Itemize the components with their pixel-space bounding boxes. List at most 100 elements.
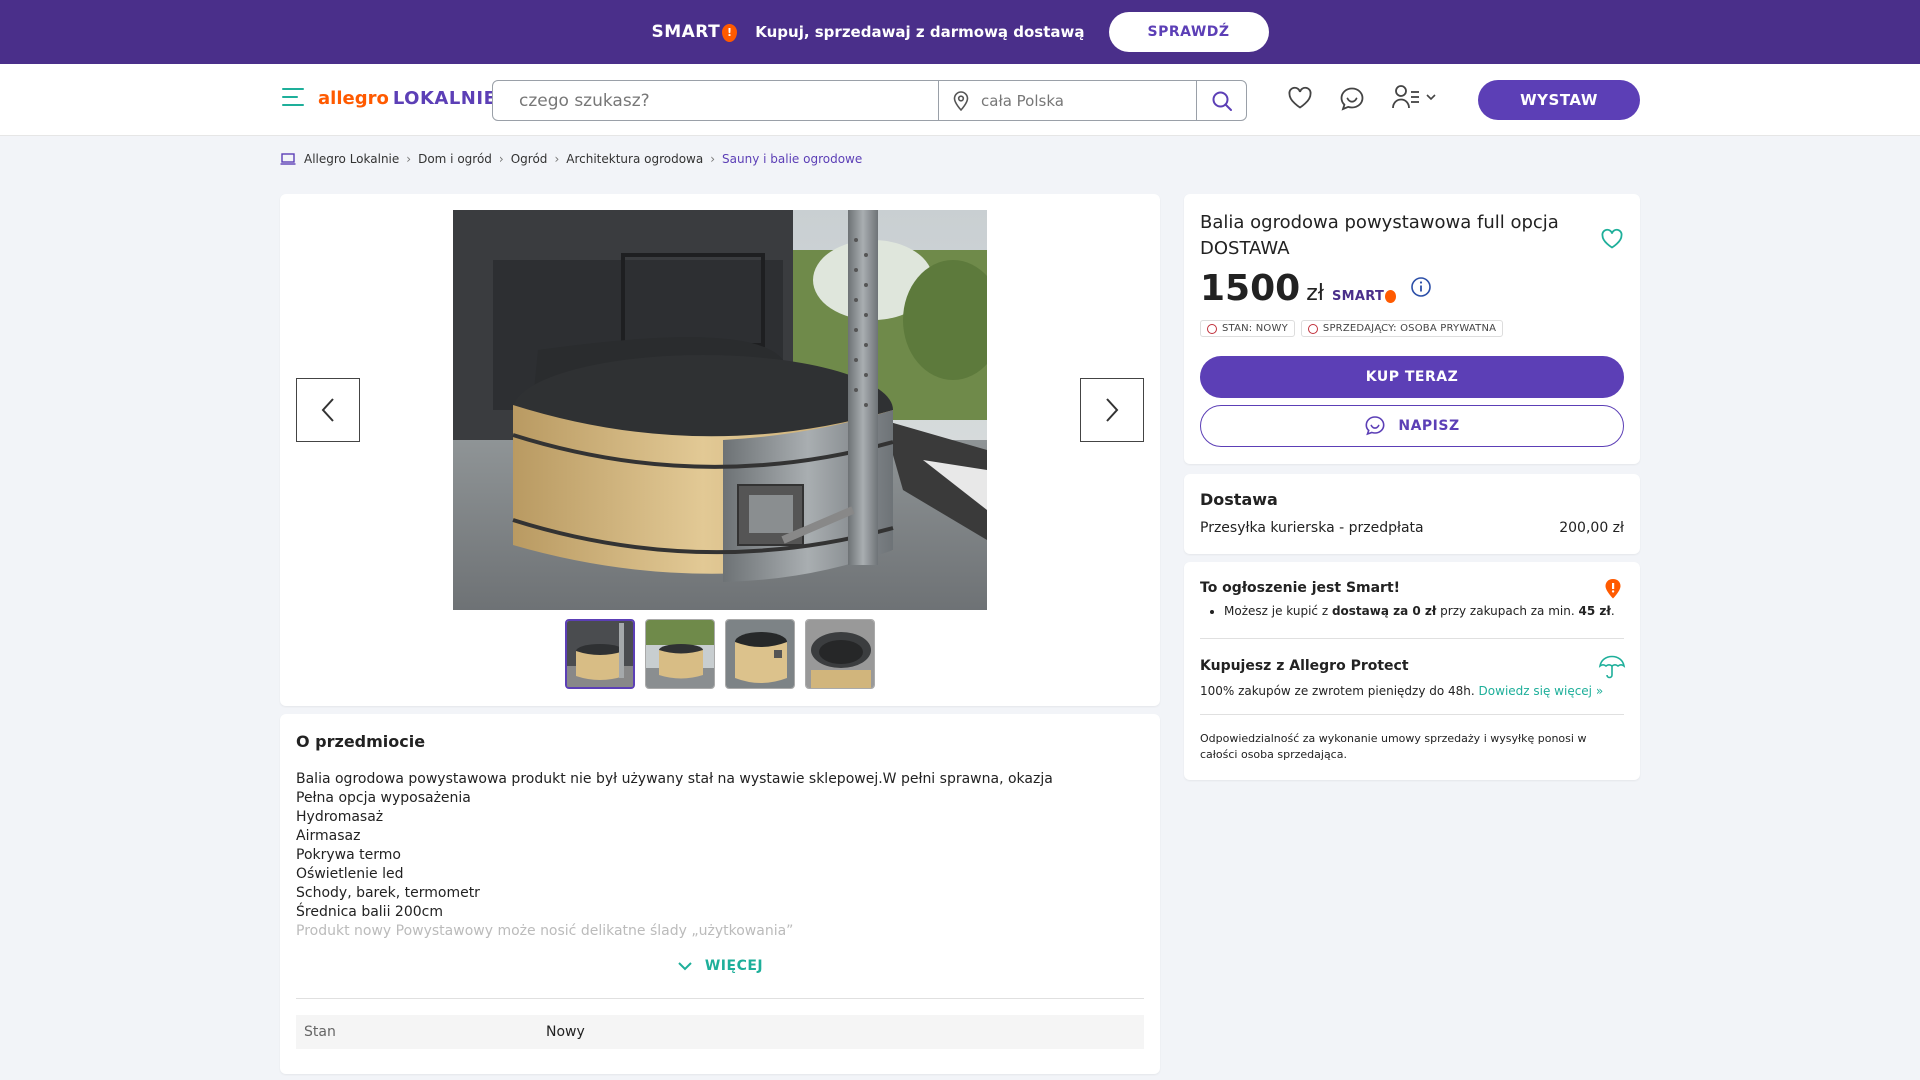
promo-banner: SMART ! Kupuj, sprzedawaj z darmową dost… xyxy=(0,0,1920,64)
thumbnail-1[interactable] xyxy=(565,619,635,689)
chevron-right-icon: › xyxy=(710,152,716,166)
message-seller-button[interactable]: NAPISZ xyxy=(1200,405,1624,447)
umbrella-icon xyxy=(1598,655,1626,679)
heart-icon xyxy=(1601,228,1623,249)
info-icon xyxy=(1411,276,1431,297)
chevron-down-icon xyxy=(1426,94,1436,101)
delivery-heading: Dostawa xyxy=(1200,490,1278,509)
smart-benefits: Możesz je kupić z dostawą za 0 zł przy z… xyxy=(1224,604,1615,618)
description-line: Balia ogrodowa powystawowa produkt nie b… xyxy=(296,771,1053,787)
smart-brand-text: SMART xyxy=(651,22,721,42)
user-icon xyxy=(1392,85,1419,109)
show-more-label: WIĘCEJ xyxy=(704,958,764,974)
description-line: Produkt nowy Powystawowy może nosić deli… xyxy=(296,923,794,939)
site-header: allegro LOKALNIE czego szukasz? cała Pols… xyxy=(0,64,1920,136)
divider xyxy=(1200,638,1624,639)
menu-icon[interactable] xyxy=(282,88,306,110)
protect-learn-more-link[interactable]: Dowiedz się więcej » xyxy=(1479,684,1604,698)
chevron-right-icon: › xyxy=(554,152,560,166)
thumbnail-2[interactable] xyxy=(645,619,715,689)
smart-title: To ogłoszenie jest Smart! xyxy=(1200,580,1401,596)
show-more-button[interactable]: WIĘCEJ xyxy=(280,958,1160,974)
param-value: Nowy xyxy=(546,1024,585,1040)
breadcrumb-item-architecture[interactable]: Architektura ogrodowa xyxy=(566,152,703,166)
main-product-photo[interactable] xyxy=(453,210,987,610)
gallery-card xyxy=(280,194,1160,706)
location-placeholder: cała Polska xyxy=(981,91,1064,110)
breadcrumb: Allegro Lokalnie › Dom i ogród › Ogród ›… xyxy=(280,152,862,166)
search-button[interactable] xyxy=(1197,81,1246,120)
smart-protect-card: To ogłoszenie jest Smart! Możesz je kupi… xyxy=(1184,562,1640,780)
smart-benefit-text: . xyxy=(1610,604,1615,618)
description-line: Pełna opcja wyposażenia xyxy=(296,790,471,806)
smart-benefit-item: Możesz je kupić z dostawą za 0 zł przy z… xyxy=(1224,604,1615,618)
chevron-left-icon xyxy=(321,398,334,422)
account-menu[interactable] xyxy=(1391,83,1437,111)
offer-title: Balia ogrodowa powystawowa full opcja DO… xyxy=(1200,212,1559,259)
param-key: Stan xyxy=(304,1024,336,1040)
protect-description: 100% zakupów ze zwrotem pieniędzy do 48h… xyxy=(1200,684,1475,698)
breadcrumb-item-home[interactable]: Allegro Lokalnie xyxy=(304,152,399,166)
heart-icon xyxy=(1288,86,1312,109)
description-line: Airmasaz xyxy=(296,828,361,844)
about-heading: O przedmiocie xyxy=(296,732,426,751)
hot-tub-photo xyxy=(453,210,987,610)
seller-badge-label: SPRZEDAJĄCY: OSOBA PRYWATNA xyxy=(1322,323,1497,334)
condition-badge-label: STAN: NOWY xyxy=(1222,323,1288,334)
delivery-option: Przesyłka kurierska - przedpłata 200,00 … xyxy=(1200,520,1624,536)
description-line: Oświetlenie led xyxy=(296,866,404,882)
delivery-method: Przesyłka kurierska - przedpłata xyxy=(1200,520,1424,536)
gallery-prev-button[interactable] xyxy=(296,378,360,442)
list-item-button[interactable]: WYSTAW xyxy=(1478,80,1640,120)
offer-buy-box: Balia ogrodowa powystawowa full opcja DO… xyxy=(1184,194,1640,464)
breadcrumb-item-garden[interactable]: Ogród xyxy=(511,152,548,166)
search-bar: czego szukasz? cała Polska xyxy=(492,80,1247,121)
divider xyxy=(296,998,1144,999)
description-line: Hydromasaż xyxy=(296,809,384,825)
location-input[interactable]: cała Polska xyxy=(939,81,1197,120)
search-input[interactable]: czego szukasz? xyxy=(493,81,939,120)
breadcrumb-item-home-garden[interactable]: Dom i ogród xyxy=(418,152,492,166)
description-line: Średnica balii 200cm xyxy=(296,904,443,920)
smart-badge: SMART xyxy=(1332,289,1397,304)
promo-check-button[interactable]: SPRAWDŹ xyxy=(1108,12,1269,52)
chevron-right-icon: › xyxy=(406,152,412,166)
offer-price: 1500 zł SMART xyxy=(1200,268,1432,309)
delivery-card: Dostawa Przesyłka kurierska - przedpłata… xyxy=(1184,474,1640,554)
logo-allegro-text: allegro xyxy=(318,88,389,109)
favorites-button[interactable] xyxy=(1287,86,1313,114)
divider xyxy=(1200,714,1624,715)
laptop-icon xyxy=(280,153,296,165)
chevron-down-icon xyxy=(678,962,692,971)
description-line: Schody, barek, termometr xyxy=(296,885,480,901)
smart-benefit-text: przy zakupach za min. xyxy=(1436,604,1579,618)
liability-note: Odpowiedzialność za wykonanie umowy sprz… xyxy=(1200,732,1587,761)
promo-text: Kupuj, sprzedawaj z darmową dostawą xyxy=(755,23,1085,41)
buy-now-button[interactable]: KUP TERAZ xyxy=(1200,356,1624,398)
gallery-thumbnails xyxy=(565,619,885,689)
site-logo[interactable]: allegro LOKALNIE xyxy=(318,88,496,109)
thumbnail-3[interactable] xyxy=(725,619,795,689)
add-to-favorites-button[interactable] xyxy=(1600,228,1624,254)
message-seller-label: NAPISZ xyxy=(1398,418,1460,434)
price-currency: zł xyxy=(1306,281,1325,306)
smart-pin-icon xyxy=(1605,579,1621,599)
breadcrumb-item-current[interactable]: Sauny i balie ogrodowe xyxy=(722,152,862,166)
check-circle-icon xyxy=(1207,323,1217,334)
gallery-next-button[interactable] xyxy=(1080,378,1144,442)
delivery-price: 200,00 zł xyxy=(1559,520,1624,536)
thumbnail-4[interactable] xyxy=(805,619,875,689)
protect-text: 100% zakupów ze zwrotem pieniędzy do 48h… xyxy=(1200,683,1603,699)
chevron-right-icon: › xyxy=(498,152,504,166)
description-line: Pokrywa termo xyxy=(296,847,401,863)
chat-icon xyxy=(1340,87,1364,111)
messages-button[interactable] xyxy=(1339,86,1365,116)
smart-dot-icon xyxy=(1385,290,1397,303)
smart-logo: SMART ! xyxy=(651,22,738,42)
price-value: 1500 xyxy=(1200,268,1301,309)
chevron-right-icon xyxy=(1106,398,1119,422)
smart-benefit-text: Możesz je kupić z xyxy=(1224,604,1332,618)
smile-circle-icon xyxy=(1307,323,1318,334)
info-button[interactable] xyxy=(1410,276,1432,302)
about-item-card: O przedmiocie Balia ogrodowa powystawowa… xyxy=(280,714,1160,1074)
